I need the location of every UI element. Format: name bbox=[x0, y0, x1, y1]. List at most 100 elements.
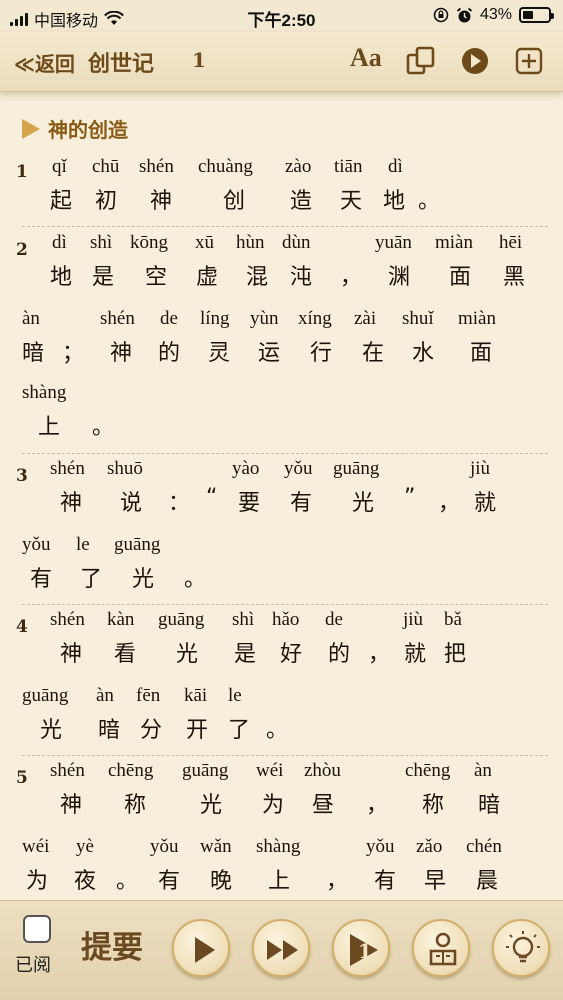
hanzi: 是 bbox=[234, 642, 257, 667]
hanzi: ， bbox=[438, 491, 461, 516]
hanzi: 地 bbox=[50, 265, 73, 290]
hanzi: 有 bbox=[290, 491, 313, 516]
read-label: 已阅 bbox=[15, 955, 51, 976]
hanzi: 。 bbox=[418, 189, 441, 214]
pinyin: líng bbox=[200, 308, 230, 329]
verse-number[interactable]: 2 bbox=[16, 240, 28, 260]
chapter-button[interactable]: 1 bbox=[332, 919, 390, 977]
verse-divider bbox=[22, 755, 548, 756]
hanzi: 水 bbox=[412, 341, 435, 366]
pinyin: hēi bbox=[499, 232, 523, 253]
status-bar: 中国移动 下午2:50 43% bbox=[0, 0, 563, 32]
pinyin: jiù bbox=[470, 458, 491, 479]
pinyin: shuō bbox=[107, 458, 143, 479]
hanzi: 光 bbox=[176, 642, 199, 667]
hanzi: 就 bbox=[474, 491, 497, 516]
pinyin: xíng bbox=[298, 308, 332, 329]
hanzi: 的 bbox=[328, 642, 351, 667]
hanzi: 光 bbox=[132, 567, 155, 592]
pinyin: chēng bbox=[405, 760, 451, 781]
hanzi: 地 bbox=[383, 189, 406, 214]
pinyin: shén bbox=[50, 458, 85, 479]
fast-forward-icon bbox=[267, 940, 298, 960]
pinyin: fēn bbox=[136, 685, 161, 706]
hanzi: 早 bbox=[424, 869, 447, 894]
read-checkbox[interactable] bbox=[23, 915, 51, 943]
pinyin: zǎo bbox=[416, 836, 443, 857]
pinyin: shén bbox=[139, 156, 174, 177]
book-title[interactable]: 创世记 bbox=[88, 46, 154, 78]
back-button[interactable]: ≪返回 bbox=[14, 48, 75, 77]
add-icon[interactable] bbox=[512, 46, 546, 76]
hanzi: 。 bbox=[266, 718, 289, 743]
hanzi: 要 bbox=[238, 491, 261, 516]
hanzi: 了 bbox=[228, 718, 251, 743]
hanzi: 暗 bbox=[98, 718, 121, 743]
pinyin: guāng bbox=[22, 685, 69, 706]
verse-number[interactable]: 4 bbox=[16, 617, 28, 637]
hanzi: 黑 bbox=[503, 265, 526, 290]
hanzi: 分 bbox=[140, 718, 163, 743]
hanzi: “ bbox=[206, 485, 218, 510]
reader-icon bbox=[429, 932, 457, 966]
pinyin: zài bbox=[354, 308, 377, 329]
pinyin: yè bbox=[76, 836, 94, 857]
play-icon[interactable] bbox=[458, 46, 492, 76]
verse-number[interactable]: 1 bbox=[16, 162, 28, 182]
pinyin: dùn bbox=[282, 232, 311, 253]
hanzi: 混 bbox=[246, 265, 269, 290]
section-heading: 神的创造 bbox=[22, 114, 128, 143]
chapter-badge-icon: 1 bbox=[350, 934, 378, 966]
font-size-button[interactable]: Aa bbox=[350, 43, 382, 73]
chapter-number[interactable]: 1 bbox=[192, 48, 206, 72]
pinyin: àn bbox=[96, 685, 114, 706]
pinyin: guāng bbox=[114, 534, 161, 555]
pinyin: tiān bbox=[334, 156, 363, 177]
pinyin: kàn bbox=[107, 609, 135, 630]
verse-divider bbox=[22, 226, 548, 227]
pinyin: dì bbox=[388, 156, 403, 177]
hanzi: 光 bbox=[352, 491, 375, 516]
fast-forward-button[interactable] bbox=[252, 919, 310, 977]
pinyin: shén bbox=[50, 609, 85, 630]
pinyin: yǒu bbox=[22, 534, 51, 555]
hanzi: 。 bbox=[116, 869, 139, 894]
hanzi: 上 bbox=[268, 869, 291, 894]
hanzi: 好 bbox=[280, 642, 303, 667]
hanzi: 了 bbox=[80, 567, 103, 592]
verse-number[interactable]: 3 bbox=[16, 466, 28, 486]
pinyin: wǎn bbox=[200, 836, 232, 857]
pinyin: chuàng bbox=[198, 156, 253, 177]
tips-button[interactable] bbox=[492, 919, 550, 977]
pinyin: chū bbox=[92, 156, 120, 177]
scripture-content[interactable]: 神的创造 1 qǐ chū shén chuàng zào tiān dì 起 … bbox=[0, 100, 563, 900]
hanzi: ： bbox=[168, 491, 191, 516]
pinyin: shén bbox=[50, 760, 85, 781]
hanzi: 天 bbox=[340, 189, 363, 214]
hanzi: ， bbox=[368, 642, 391, 667]
pinyin: wéi bbox=[256, 760, 284, 781]
pinyin: yùn bbox=[250, 308, 279, 329]
pinyin: zhòu bbox=[304, 760, 341, 781]
pinyin: chēng bbox=[108, 760, 154, 781]
pinyin: àn bbox=[474, 760, 492, 781]
copy-icon[interactable] bbox=[404, 46, 438, 76]
play-button[interactable] bbox=[172, 919, 230, 977]
nav-bar: ≪返回 创世记 1 Aa bbox=[0, 32, 563, 92]
pinyin: guāng bbox=[333, 458, 380, 479]
hanzi: 把 bbox=[444, 642, 467, 667]
verse-number[interactable]: 5 bbox=[16, 768, 28, 788]
hanzi: 面 bbox=[470, 341, 493, 366]
pinyin: guāng bbox=[158, 609, 205, 630]
hanzi: 在 bbox=[362, 341, 385, 366]
hanzi: 称 bbox=[124, 793, 147, 818]
lock-rotation-icon bbox=[433, 7, 449, 23]
pinyin: dì bbox=[52, 232, 67, 253]
reader-button[interactable] bbox=[412, 919, 470, 977]
pinyin: àn bbox=[22, 308, 40, 329]
hanzi: 是 bbox=[92, 265, 115, 290]
pinyin: chén bbox=[466, 836, 502, 857]
summary-button[interactable]: 提要 bbox=[76, 919, 148, 977]
hanzi: 暗 bbox=[22, 341, 45, 366]
hanzi: 面 bbox=[449, 265, 472, 290]
